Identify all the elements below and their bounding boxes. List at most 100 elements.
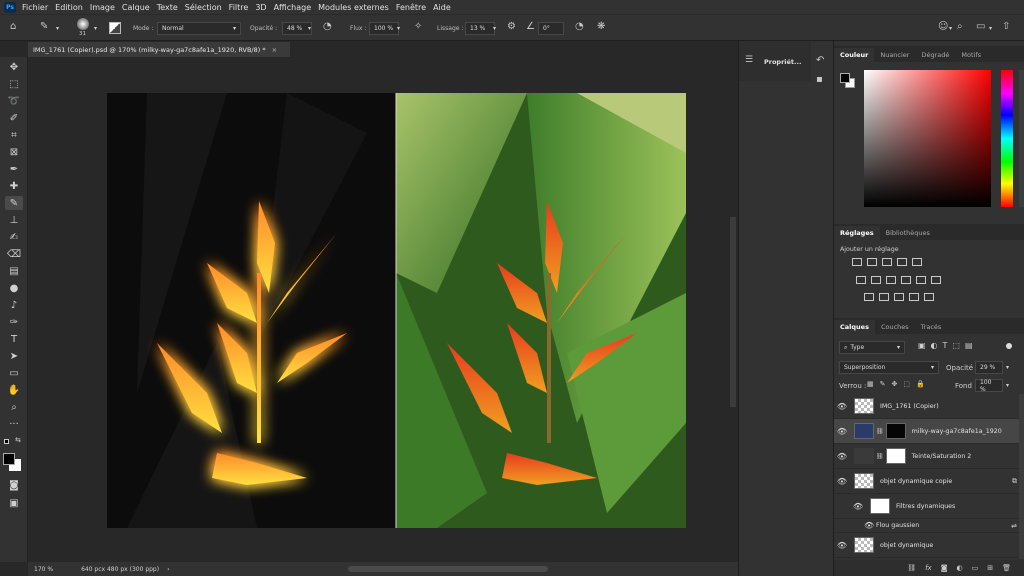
eraser-tool-icon[interactable]: ⌫ [5,247,23,261]
visibility-eye-icon[interactable]: 👁 [850,502,866,511]
layer-filter-icons[interactable]: ▣◐T⬚▤ [918,341,978,350]
invert-icon[interactable] [864,293,874,301]
brush-tool-icon[interactable]: ✎ [5,196,23,210]
flux-field[interactable]: 100 % [369,22,399,35]
screen-mode-icon[interactable]: ▣ [5,496,23,510]
marquee-tool-icon[interactable]: ⬚ [5,77,23,91]
eyedropper-tool-icon[interactable]: ✒ [5,162,23,176]
lissage-field[interactable]: 13 % [465,22,495,35]
lasso-tool-icon[interactable]: ➰ [5,94,23,108]
share-icon[interactable]: ☺ [938,22,948,32]
tab-couches[interactable]: Couches [875,320,915,334]
foreground-color-chip[interactable] [840,73,850,83]
layer-row[interactable]: 👁 ⛓ milky-way-ga7c8afe1a_1920 [834,419,1019,444]
home-icon[interactable]: ⌂ [10,22,16,32]
tab-calques[interactable]: Calques [834,320,875,334]
default-colors-icon[interactable] [4,439,9,444]
gradient-tool-icon[interactable]: ▤ [5,264,23,278]
menu-modules-externes[interactable]: Modules externes [318,3,389,12]
clone-stamp-tool-icon[interactable]: ⊥ [5,213,23,227]
fill-field[interactable]: 100 % [975,379,1003,393]
tab-motifs[interactable]: Motifs [955,48,987,62]
menu-3d[interactable]: 3D [255,3,266,12]
chevron-down-icon[interactable]: ▾ [949,25,952,32]
brush-preset-icon[interactable] [77,18,89,30]
brush-tool-icon[interactable]: ✎ [40,22,48,32]
dodge-tool-icon[interactable]: ♪ [5,298,23,312]
menu-selection[interactable]: Sélection [185,3,222,12]
angle-field[interactable]: 0° [538,22,564,35]
new-group-icon[interactable]: ▭ [972,564,979,572]
menu-filtre[interactable]: Filtre [229,3,249,12]
quick-selection-tool-icon[interactable]: ✐ [5,111,23,125]
black-white-icon[interactable] [886,276,896,284]
visibility-eye-icon[interactable]: 👁 [864,521,874,530]
smart-filters-row[interactable]: 👁 Filtres dynamiques [834,494,1019,519]
move-tool-icon[interactable]: ✥ [5,60,23,74]
properties-icon[interactable]: ☰ [745,56,753,65]
rectangle-tool-icon[interactable]: ▭ [5,366,23,380]
color-lookup-icon[interactable] [931,276,941,284]
visibility-eye-icon[interactable]: 👁 [834,477,850,486]
threshold-icon[interactable] [894,293,904,301]
mode-select[interactable]: Normal ▾ [157,22,241,35]
menu-texte[interactable]: Texte [157,3,178,12]
type-tool-icon[interactable]: T [5,332,23,346]
menu-aide[interactable]: Aide [433,3,451,12]
tab-degrade[interactable]: Dégradé [915,48,955,62]
color-panel-scrollbar[interactable] [1019,70,1024,207]
trash-icon[interactable]: 🗑 [1002,564,1011,572]
tab-bibliotheques[interactable]: Bibliothèques [880,226,936,240]
close-icon[interactable]: × [272,46,277,54]
brightness-icon[interactable] [852,258,862,266]
fx-button[interactable]: fx [925,564,932,572]
pen-tool-icon[interactable]: ✑ [5,315,23,329]
workspace-icon[interactable]: ▭ [976,22,985,32]
visibility-eye-icon[interactable]: 👁 [834,541,850,550]
layer-filter-select[interactable]: ⌕ Type ▾ [839,341,905,354]
canvas-horizontal-scrollbar[interactable] [348,566,548,572]
canvas-area[interactable] [28,57,738,562]
document-tab[interactable]: IMG_1761 (Copier).psd @ 170% (milky-way-… [28,42,290,57]
layer-row[interactable]: 👁 objet dynamique copie ⧉ [834,469,1019,494]
chevron-down-icon[interactable]: ▾ [56,25,59,32]
curves-icon[interactable] [882,258,892,266]
gear-icon[interactable]: ⚙ [507,22,516,32]
filter-options-icon[interactable]: ⇌ [1011,522,1017,530]
exposure-icon[interactable] [897,258,907,266]
crop-tool-icon[interactable]: ⌗ [5,128,23,142]
menu-image[interactable]: Image [90,3,115,12]
hue-saturation-icon[interactable] [856,276,866,284]
visibility-eye-icon[interactable]: 👁 [834,427,850,436]
chevron-down-icon[interactable]: ▾ [1006,364,1009,371]
levels-icon[interactable] [867,258,877,266]
chevron-right-icon[interactable]: › [167,566,169,573]
swap-colors-icon[interactable]: ⇆ [15,436,21,444]
path-selection-tool-icon[interactable]: ➤ [5,349,23,363]
quick-mask-icon[interactable]: ◙ [5,478,23,492]
pressure-opacity-icon[interactable]: ◔ [323,22,332,32]
link-layers-icon[interactable]: ⛓ [907,564,916,572]
comments-icon[interactable]: ▪ [816,75,823,85]
chevron-down-icon[interactable]: ▾ [308,25,311,32]
layer-opacity-field[interactable]: 29 % [975,361,1003,374]
menu-fenetre[interactable]: Fenêtre [396,3,426,12]
layer-row[interactable]: 👁 IMG_1761 (Copier) [834,394,1019,419]
vibrance-icon[interactable] [912,258,922,266]
pressure-size-icon[interactable]: ◔ [575,22,584,32]
properties-label[interactable]: Propriét... [764,58,801,66]
chevron-down-icon[interactable]: ▾ [94,25,97,32]
new-adjustment-icon[interactable]: ◐ [957,564,963,572]
visibility-eye-icon[interactable]: 👁 [834,452,850,461]
posterize-icon[interactable] [879,293,889,301]
tab-reglages[interactable]: Réglages [834,226,880,240]
add-mask-icon[interactable]: ◙ [941,564,948,572]
chevron-down-icon[interactable]: ▾ [493,25,496,32]
foreground-color-swatch[interactable] [3,453,15,465]
history-brush-tool-icon[interactable]: ✍ [5,230,23,244]
layers-scrollbar[interactable] [1019,394,1024,559]
selective-color-icon[interactable] [924,293,934,301]
tab-traces[interactable]: Tracés [915,320,948,334]
frame-tool-icon[interactable]: ⊠ [5,145,23,159]
gradient-map-icon[interactable] [909,293,919,301]
